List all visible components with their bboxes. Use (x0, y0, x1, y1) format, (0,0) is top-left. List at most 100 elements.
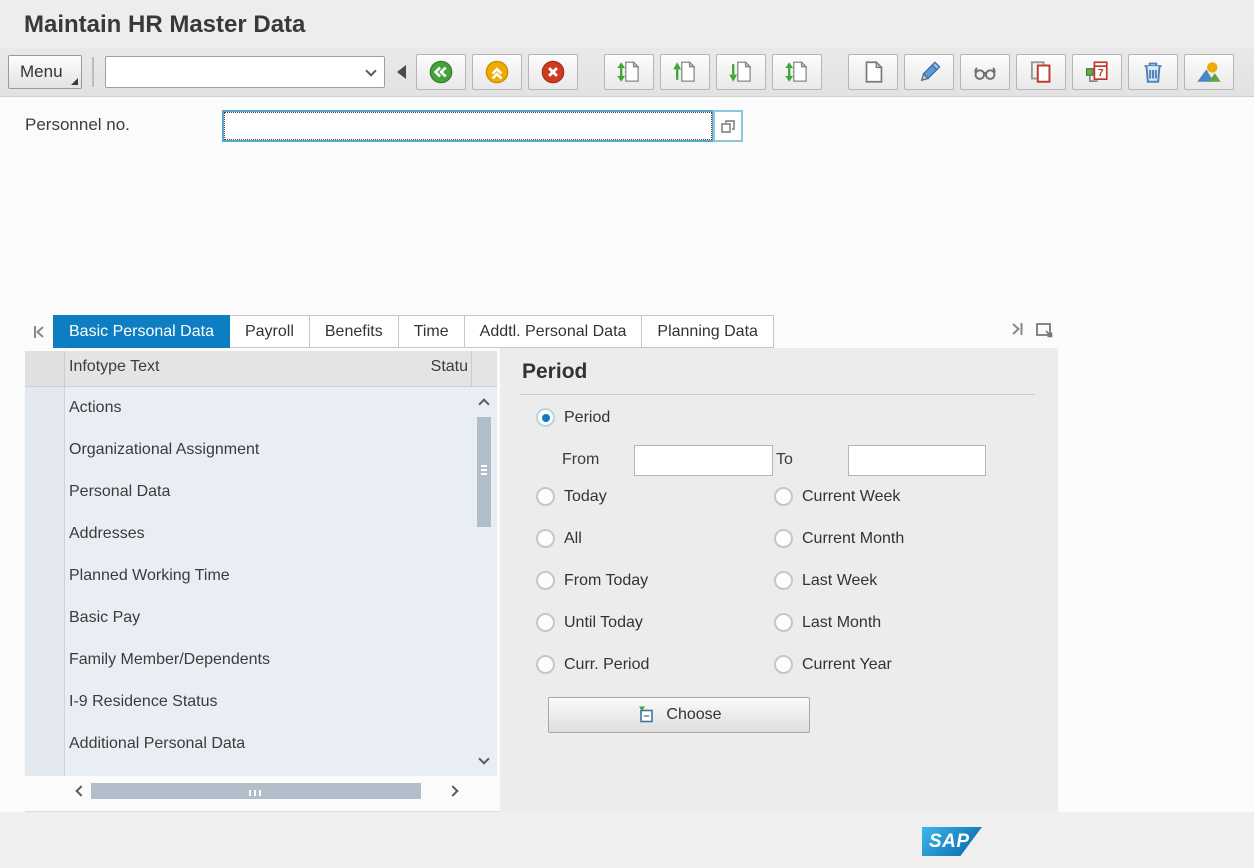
tab-scroll-right-button[interactable] (1008, 320, 1026, 343)
personnel-no-input[interactable] (224, 112, 712, 140)
scroll-left-icon[interactable] (77, 782, 85, 800)
table-body: ActionsOrganizational AssignmentPersonal… (25, 387, 497, 776)
overview-mountains-icon (1196, 59, 1222, 85)
command-input[interactable] (110, 58, 358, 86)
to-label: To (776, 451, 793, 469)
sap-logo: SAP (922, 827, 982, 856)
last-page-button[interactable] (772, 54, 822, 90)
list-item-additional-personal-data[interactable]: Additional Personal Data (65, 723, 471, 765)
from-label: From (562, 451, 599, 469)
choose-icon (636, 705, 656, 725)
radio-selected-icon (536, 408, 555, 427)
tabstrip-tabs: Basic Personal DataPayrollBenefitsTimeAd… (53, 315, 774, 348)
radio-unselected-icon (536, 655, 555, 674)
page-scroll-both-icon (616, 59, 642, 85)
list-item-basic-pay[interactable]: Basic Pay (65, 597, 471, 639)
scroll-right-icon[interactable] (449, 782, 457, 800)
to-date-field[interactable] (848, 445, 986, 476)
radio-current-year[interactable]: Current Year (774, 654, 904, 675)
period-options-right: Current Week Current Month Last Week Last M… (774, 486, 904, 675)
detach-window-icon (1034, 319, 1054, 339)
radio-unselected-icon (774, 487, 793, 506)
radio-unselected-icon (774, 613, 793, 632)
cancel-button[interactable] (528, 54, 578, 90)
change-button[interactable] (904, 54, 954, 90)
list-item-family-member-dependents[interactable]: Family Member/Dependents (65, 639, 471, 681)
page-scroll-both-icon (784, 59, 810, 85)
tab-basic-personal-data[interactable]: Basic Personal Data (53, 315, 230, 348)
radio-period[interactable]: Period (536, 408, 610, 427)
radio-from-today[interactable]: From Today (536, 570, 649, 591)
first-page-button[interactable] (604, 54, 654, 90)
chevron-down-icon (365, 65, 376, 76)
personnel-no-field[interactable] (222, 110, 714, 142)
radio-today[interactable]: Today (536, 486, 649, 507)
pencil-icon (916, 59, 942, 85)
menu-button[interactable]: Menu (8, 55, 82, 89)
overview-button[interactable] (1184, 54, 1234, 90)
vertical-scrollbar[interactable] (476, 387, 494, 776)
column-header-infotype-text: Infotype Text (69, 358, 159, 376)
from-date-field[interactable] (634, 445, 773, 476)
status-bar: SAP (0, 812, 1254, 868)
toolbar-separator (92, 57, 97, 87)
radio-unselected-icon (774, 655, 793, 674)
radio-last-week[interactable]: Last Week (774, 570, 904, 591)
scroll-down-icon[interactable] (480, 750, 488, 768)
page-down-icon (728, 59, 754, 85)
detach-panel-button[interactable] (1034, 319, 1054, 344)
create-button[interactable] (848, 54, 898, 90)
tab-planning-data[interactable]: Planning Data (642, 315, 774, 348)
tab-benefits[interactable]: Benefits (310, 315, 399, 348)
period-panel: Period Period From To TodayAllFro (500, 348, 1058, 812)
to-date-input[interactable] (849, 446, 985, 475)
page-down-button[interactable] (716, 54, 766, 90)
radio-curr-period[interactable]: Curr. Period (536, 654, 649, 675)
svg-text:7: 7 (1098, 68, 1104, 79)
overlapping-squares-icon (718, 116, 738, 136)
radio-current-week[interactable]: Current Week (774, 486, 904, 507)
radio-last-month[interactable]: Last Month (774, 612, 904, 633)
scroll-up-icon[interactable] (480, 395, 488, 413)
radio-unselected-icon (536, 529, 555, 548)
tab-payroll[interactable]: Payroll (230, 315, 310, 348)
list-item-organizational-assignment[interactable]: Organizational Assignment (65, 429, 471, 471)
radio-unselected-icon (536, 487, 555, 506)
list-item-i-9-residence-status[interactable]: I-9 Residence Status (65, 681, 471, 723)
radio-all[interactable]: All (536, 528, 649, 549)
delimit-button[interactable]: 7 (1072, 54, 1122, 90)
collapse-toolbar-icon[interactable] (397, 65, 406, 79)
scroll-tabs-right-icon (1008, 320, 1026, 338)
choose-button[interactable]: Choose (548, 697, 810, 733)
from-date-input[interactable] (635, 446, 772, 475)
exit-icon (484, 59, 510, 85)
command-field[interactable] (105, 56, 385, 88)
list-item-personal-data[interactable]: Personal Data (65, 471, 471, 513)
delete-button[interactable] (1128, 54, 1178, 90)
exit-button[interactable] (472, 54, 522, 90)
horizontal-scroll-thumb[interactable] (91, 783, 421, 799)
infotype-tab-panel: Basic Personal DataPayrollBenefitsTimeAd… (25, 315, 1058, 812)
infotype-table: Infotype Text Statu ActionsOrganizationa… (25, 348, 497, 812)
vertical-scroll-thumb[interactable] (477, 417, 491, 527)
radio-until-today[interactable]: Until Today (536, 612, 649, 633)
tab-scroll-left-button[interactable] (25, 315, 53, 348)
list-item-planned-working-time[interactable]: Planned Working Time (65, 555, 471, 597)
radio-current-month[interactable]: Current Month (774, 528, 904, 549)
copy-button[interactable] (1016, 54, 1066, 90)
back-button[interactable] (416, 54, 466, 90)
selection-column (25, 387, 65, 776)
page-up-button[interactable] (660, 54, 710, 90)
display-button[interactable] (960, 54, 1010, 90)
glasses-icon (972, 59, 998, 85)
tab-time[interactable]: Time (399, 315, 465, 348)
possible-entries-button[interactable] (713, 110, 743, 142)
horizontal-scrollbar[interactable] (25, 780, 497, 802)
tab-addtl-personal-data[interactable]: Addtl. Personal Data (465, 315, 643, 348)
infotype-rows: ActionsOrganizational AssignmentPersonal… (65, 387, 471, 776)
period-heading: Period (522, 360, 587, 384)
personnel-number-row: Personnel no. (0, 110, 1254, 144)
personnel-no-label: Personnel no. (25, 115, 130, 135)
list-item-actions[interactable]: Actions (65, 387, 471, 429)
list-item-addresses[interactable]: Addresses (65, 513, 471, 555)
